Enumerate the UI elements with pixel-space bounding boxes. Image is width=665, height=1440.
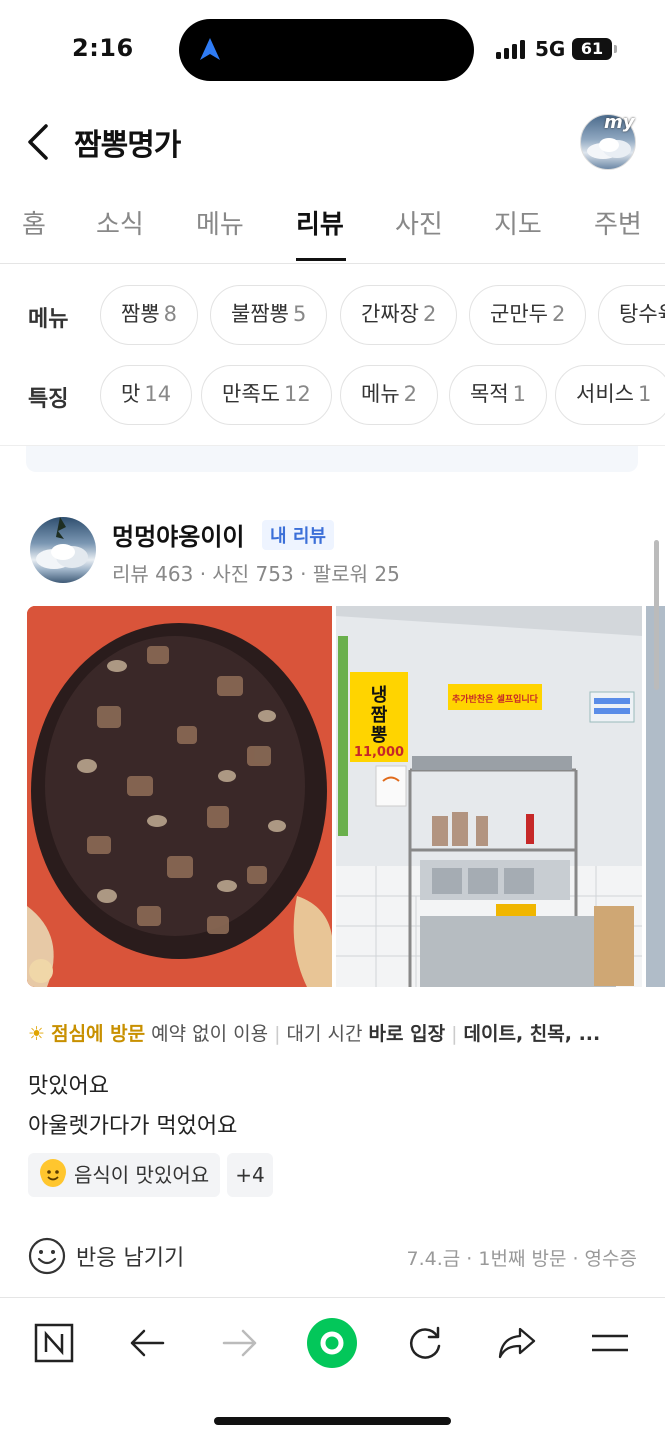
feature-filter-label: 특징	[28, 387, 69, 412]
review-meta: 7.4.금 · 1번째 방문 · 영수증	[406, 1248, 637, 1270]
visit-wait-value: 바로 입장	[368, 1023, 446, 1045]
page-header: 짬뽕명가	[0, 100, 665, 185]
menu-button[interactable]	[585, 1318, 635, 1368]
interior-photo-image: 냉 짬 뽕 11,000 추가반찬은 셀프입니다	[336, 606, 642, 987]
share-arrow-icon	[498, 1327, 536, 1359]
status-time: 2:16	[72, 34, 134, 62]
chip-service[interactable]: 서비스 1	[555, 365, 665, 425]
previous-card-edge	[26, 446, 638, 472]
page-title: 짬뽕명가	[74, 128, 181, 163]
sign-text-1: 냉	[371, 685, 388, 706]
visit-info: ☀ 점심에 방문 예약 없이 이용 | 대기 시간 바로 입장 | 데이트, 친목, .…	[28, 1023, 601, 1045]
active-tab-indicator	[296, 258, 346, 261]
sky-cloud-image	[36, 517, 88, 569]
green-dot-icon	[307, 1318, 357, 1368]
signal-icon	[496, 40, 525, 59]
arrow-left-icon	[130, 1329, 165, 1357]
hamburger-icon	[592, 1334, 628, 1352]
tab-map[interactable]: 지도	[494, 204, 542, 241]
visit-purpose: 데이트, 친목, ...	[463, 1023, 601, 1045]
leave-reaction-label: 반응 남기기	[76, 1246, 185, 1271]
my-badge: my	[604, 112, 635, 133]
naver-n-icon	[34, 1323, 74, 1363]
sign-price: 11,000	[354, 745, 404, 760]
chip-gunmandu[interactable]: 군만두 2	[469, 285, 587, 345]
sign-text-2: 짬	[371, 705, 388, 726]
tab-home[interactable]: 홈	[22, 204, 46, 241]
scroll-indicator	[654, 540, 659, 690]
review-photo-food[interactable]	[27, 606, 332, 987]
chip-taste[interactable]: 맛 14	[100, 365, 193, 425]
share-button[interactable]	[492, 1318, 542, 1368]
sun-icon: ☀	[28, 1023, 46, 1045]
visit-reservation: 예약 없이 이용	[151, 1023, 269, 1045]
refresh-icon	[410, 1326, 441, 1359]
location-arrow-icon	[200, 38, 220, 60]
tab-bar: 홈 소식 메뉴 리뷰 사진 지도 주변	[0, 190, 665, 264]
visit-wait-label: 대기 시간	[286, 1023, 363, 1045]
leave-reaction-button[interactable]: 반응 남기기	[28, 1237, 184, 1275]
nav-forward-button[interactable]	[215, 1318, 265, 1368]
sign-text-3: 뽕	[371, 725, 388, 746]
chip-satisfaction[interactable]: 만족도 12	[201, 365, 332, 425]
chip-ganjjajang[interactable]: 간짜장 2	[340, 285, 458, 345]
green-dot-button[interactable]	[306, 1318, 358, 1368]
review-text-line1: 맛있어요	[28, 1074, 109, 1099]
refresh-button[interactable]	[400, 1318, 450, 1368]
tab-reviews[interactable]: 리뷰	[296, 204, 344, 241]
smile-outline-icon	[28, 1237, 66, 1275]
tab-photos[interactable]: 사진	[395, 204, 443, 241]
my-review-badge: 내 리뷰	[262, 520, 334, 550]
arrow-right-icon	[222, 1329, 257, 1357]
nav-back-button[interactable]	[122, 1318, 172, 1368]
reviewer-stats: 리뷰 463 · 사진 753 · 팔로워 25	[112, 562, 400, 586]
visit-time: 점심에 방문	[51, 1023, 146, 1045]
dynamic-island	[179, 19, 474, 81]
menu-filter-row: 메뉴 짬뽕8 불짬뽕5 간짜장2 군만두2 탕수육	[0, 285, 665, 347]
smile-emoji-icon	[40, 1159, 66, 1187]
menu-filter-label: 메뉴	[28, 307, 69, 332]
review-photo-interior[interactable]: 냉 짬 뽕 11,000 추가반찬은 셀프입니다	[336, 606, 642, 987]
battery-icon: 61	[572, 38, 612, 60]
chip-menu[interactable]: 메뉴 2	[340, 365, 439, 425]
tab-news[interactable]: 소식	[96, 204, 144, 241]
network-type: 5G	[535, 37, 566, 61]
chip-jjamppong[interactable]: 짬뽕 8	[100, 285, 199, 345]
keyword-chip-tasty: 음식이 맛있어요	[28, 1153, 220, 1197]
chip-tangsuyuk[interactable]: 탕수육	[598, 285, 665, 345]
chip-bul-jjamppong[interactable]: 불짬뽕 5	[210, 285, 328, 345]
chip-purpose[interactable]: 목적 1	[449, 365, 548, 425]
status-bar: 2:16 5G 61	[0, 0, 665, 100]
reviewer-avatar[interactable]	[30, 517, 96, 583]
home-indicator	[214, 1417, 451, 1425]
feature-filter-row: 특징 맛 14 만족도 12 메뉴 2 목적 1 서비스 1	[0, 365, 665, 427]
tab-menu[interactable]: 메뉴	[196, 204, 244, 241]
review-text-line2: 아울렛가다가 먹었어요	[28, 1114, 238, 1139]
naver-home-button[interactable]	[29, 1318, 79, 1368]
reviewer-name[interactable]: 멍멍야옹이이	[112, 517, 244, 552]
jjajang-photo-image	[27, 606, 332, 987]
back-chevron-icon[interactable]	[22, 120, 58, 164]
tab-nearby[interactable]: 주변	[594, 204, 642, 241]
banner-text: 추가반찬은 셀프입니다	[452, 693, 539, 705]
more-keywords-button[interactable]: +4	[227, 1153, 273, 1197]
